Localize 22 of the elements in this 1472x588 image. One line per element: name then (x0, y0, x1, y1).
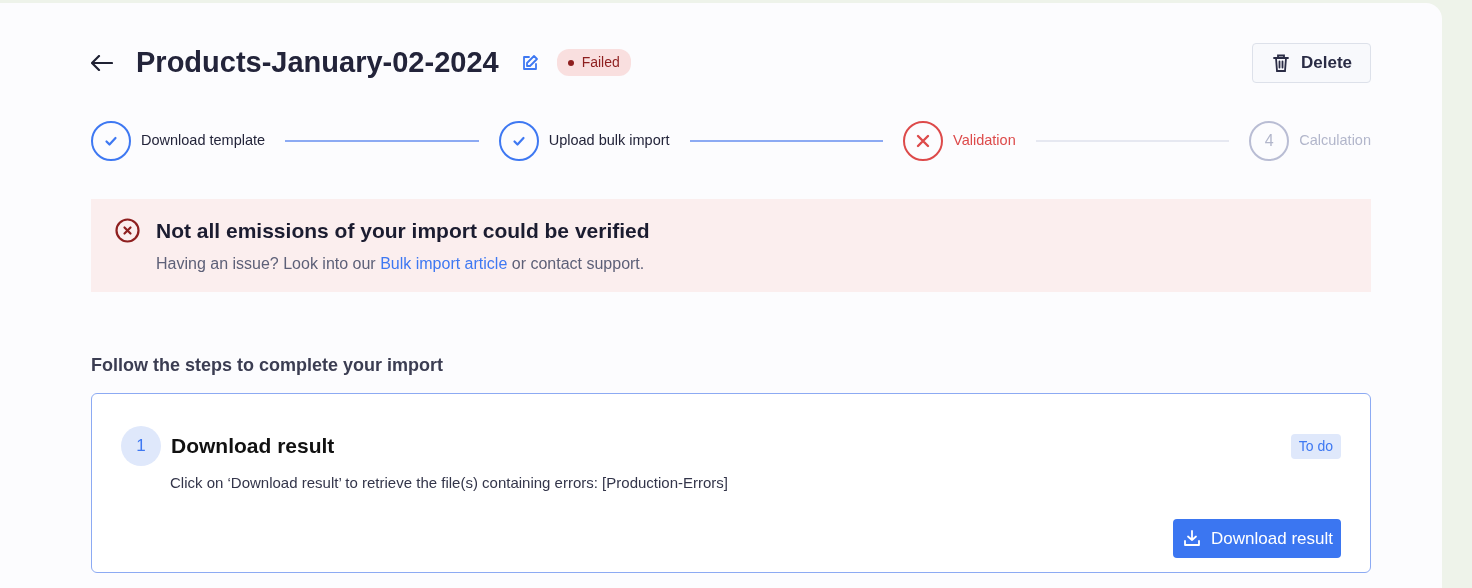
alert-title: Not all emissions of your import could be verified (156, 217, 650, 244)
delete-button[interactable]: Delete (1251, 43, 1371, 83)
step-label: Validation (953, 130, 1016, 150)
alert-message: Having an issue? Look into our Bulk import article or contact support. (156, 254, 646, 274)
step-number: 1 (121, 426, 161, 466)
status-badge: Failed (556, 49, 631, 77)
task-description: Click on ‘Download result’ to retrieve the file(s) containing errors: [Production-Errors] (170, 473, 729, 493)
section-title: Follow the steps to complete your import (91, 354, 445, 377)
page-title: Products-January-02-2024 (136, 45, 499, 81)
step-label: Download template (141, 130, 266, 150)
back-arrow-icon[interactable] (91, 54, 113, 71)
download-button[interactable]: Download result (1173, 518, 1341, 558)
status-badge: To do (1290, 433, 1341, 459)
trash-icon (1272, 53, 1289, 72)
edit-icon[interactable] (520, 53, 539, 72)
step-label: Calculation (1299, 130, 1371, 150)
step-number: 4 (1249, 120, 1290, 161)
download-icon (1183, 529, 1202, 548)
step-label: Upload bulk import (548, 130, 670, 150)
article-link[interactable]: Bulk import article (380, 255, 508, 272)
error-icon (115, 217, 140, 243)
task-title: Download result (171, 433, 335, 460)
